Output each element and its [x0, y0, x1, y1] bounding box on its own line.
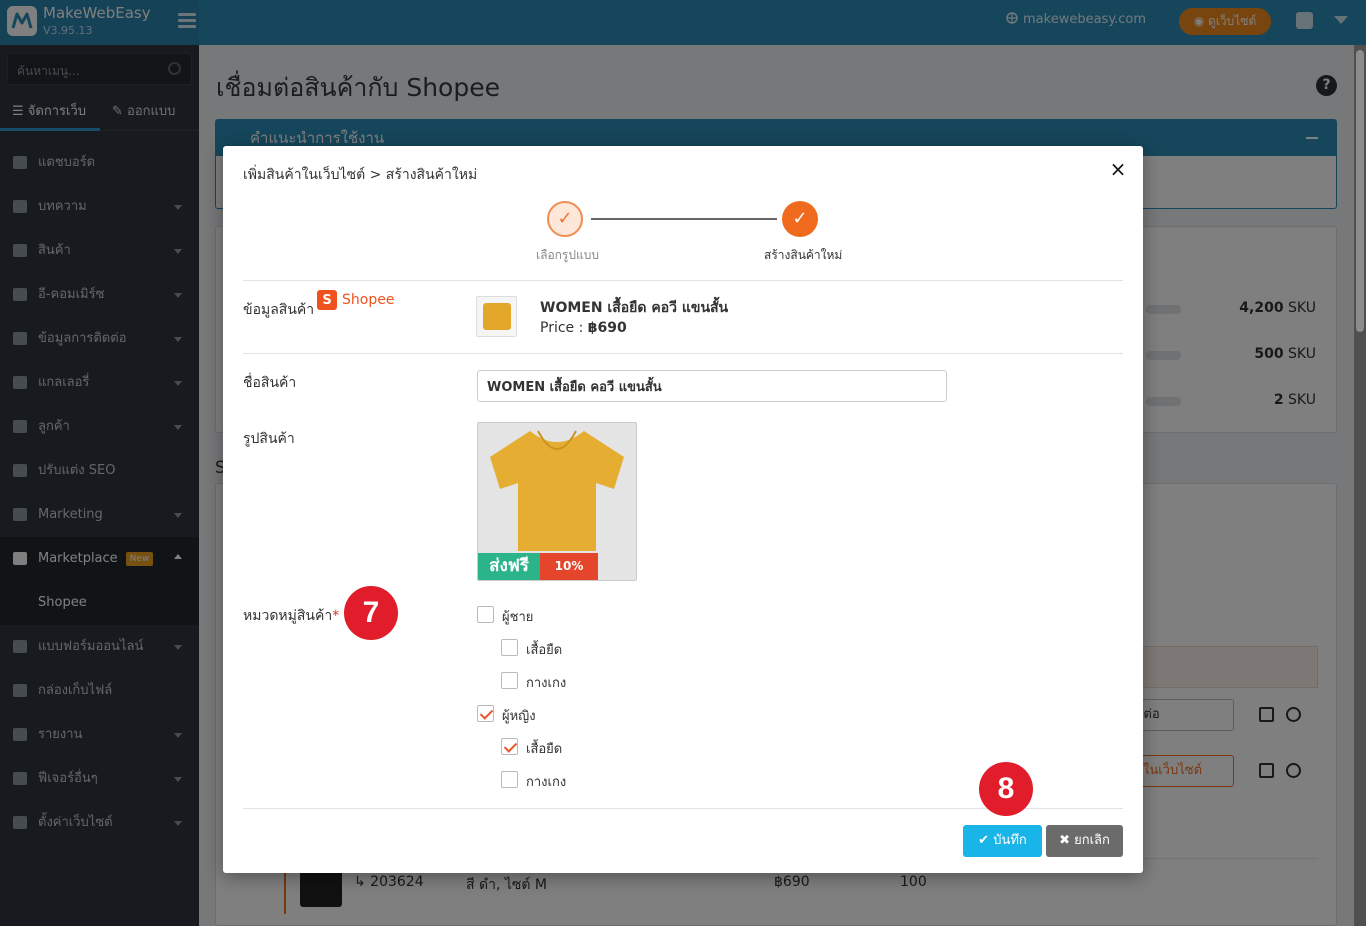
category-men-pants-label: กางเกง [526, 676, 567, 691]
shopee-bag-icon: S [317, 290, 337, 310]
product-name-label: ชื่อสินค้า [243, 375, 297, 391]
shopee-logo-text: Shopee [342, 292, 395, 308]
price-value: ฿690 [587, 320, 627, 336]
cancel-button[interactable]: ✖ ยกเลิก [1046, 825, 1123, 857]
checkbox[interactable] [501, 771, 518, 788]
divider [243, 353, 1123, 354]
yellow-tshirt-image [490, 430, 624, 551]
close-icon[interactable]: × [1109, 159, 1127, 179]
product-name: WOMEN เสื้อยืด คอวี แขนสั้น [540, 300, 729, 316]
category-men-tshirt-label: เสื้อยืด [526, 643, 563, 658]
step-2-label: สร้างสินค้าใหม่ [764, 248, 843, 262]
step-2-check-icon: ✓ [782, 201, 818, 237]
promo-banner: ส่งฟรี 99 10% CASHBACK [478, 553, 636, 580]
cancel-button-label: ยกเลิก [1074, 833, 1110, 848]
price-label: Price : [540, 320, 584, 336]
modal-breadcrumb: เพิ่มสินค้าในเว็บไซต์ > สร้างสินค้าใหม่ [243, 167, 478, 183]
product-price: Price : ฿690 [540, 320, 627, 336]
tshirt-icon [483, 303, 511, 330]
category-women-pants-label: กางเกง [526, 775, 567, 790]
check-icon: ✔ [978, 833, 990, 848]
step-1-check-icon: ✓ [547, 201, 583, 237]
cashback-badge: 10% CASHBACK [540, 553, 598, 580]
times-icon: ✖ [1059, 833, 1070, 848]
checkbox[interactable] [477, 606, 494, 623]
create-product-modal: เพิ่มสินค้าในเว็บไซต์ > สร้างสินค้าใหม่ … [223, 146, 1143, 873]
product-info-label: ข้อมูลสินค้า [243, 302, 315, 318]
shopee-logo: S Shopee [317, 290, 395, 316]
step-1-label: เลือกรูปแบบ [536, 248, 599, 262]
product-thumbnail [476, 296, 517, 337]
category-label: หมวดหมู่สินค้า* [243, 605, 339, 627]
category-label-text: หมวดหมู่สินค้า [243, 608, 333, 624]
checkbox[interactable] [501, 672, 518, 689]
product-name-input[interactable] [477, 370, 947, 402]
product-image[interactable]: ส่งฟรี 99 10% CASHBACK [477, 422, 637, 581]
product-image-label: รูปสินค้า [243, 431, 295, 447]
save-button[interactable]: ✔ บันทึก [963, 825, 1042, 857]
checkbox-checked[interactable] [501, 738, 518, 755]
category-women-tshirt-label: เสื้อยืด [526, 742, 563, 757]
checkbox-checked[interactable] [477, 705, 494, 722]
save-button-label: บันทึก [993, 833, 1027, 848]
free-shipping-badge: ส่งฟรี 99 [478, 553, 540, 580]
category-men-label: ผู้ชาย [502, 610, 534, 625]
scrollbar-thumb[interactable] [1356, 50, 1364, 332]
annotation-badge-8: 8 [979, 762, 1033, 816]
divider [243, 280, 1123, 281]
stepper-line [591, 218, 777, 220]
required-mark: * [332, 608, 340, 624]
annotation-badge-7: 7 [344, 586, 398, 640]
category-women-label: ผู้หญิง [502, 709, 536, 724]
page-scrollbar[interactable] [1354, 45, 1366, 926]
checkbox[interactable] [501, 639, 518, 656]
